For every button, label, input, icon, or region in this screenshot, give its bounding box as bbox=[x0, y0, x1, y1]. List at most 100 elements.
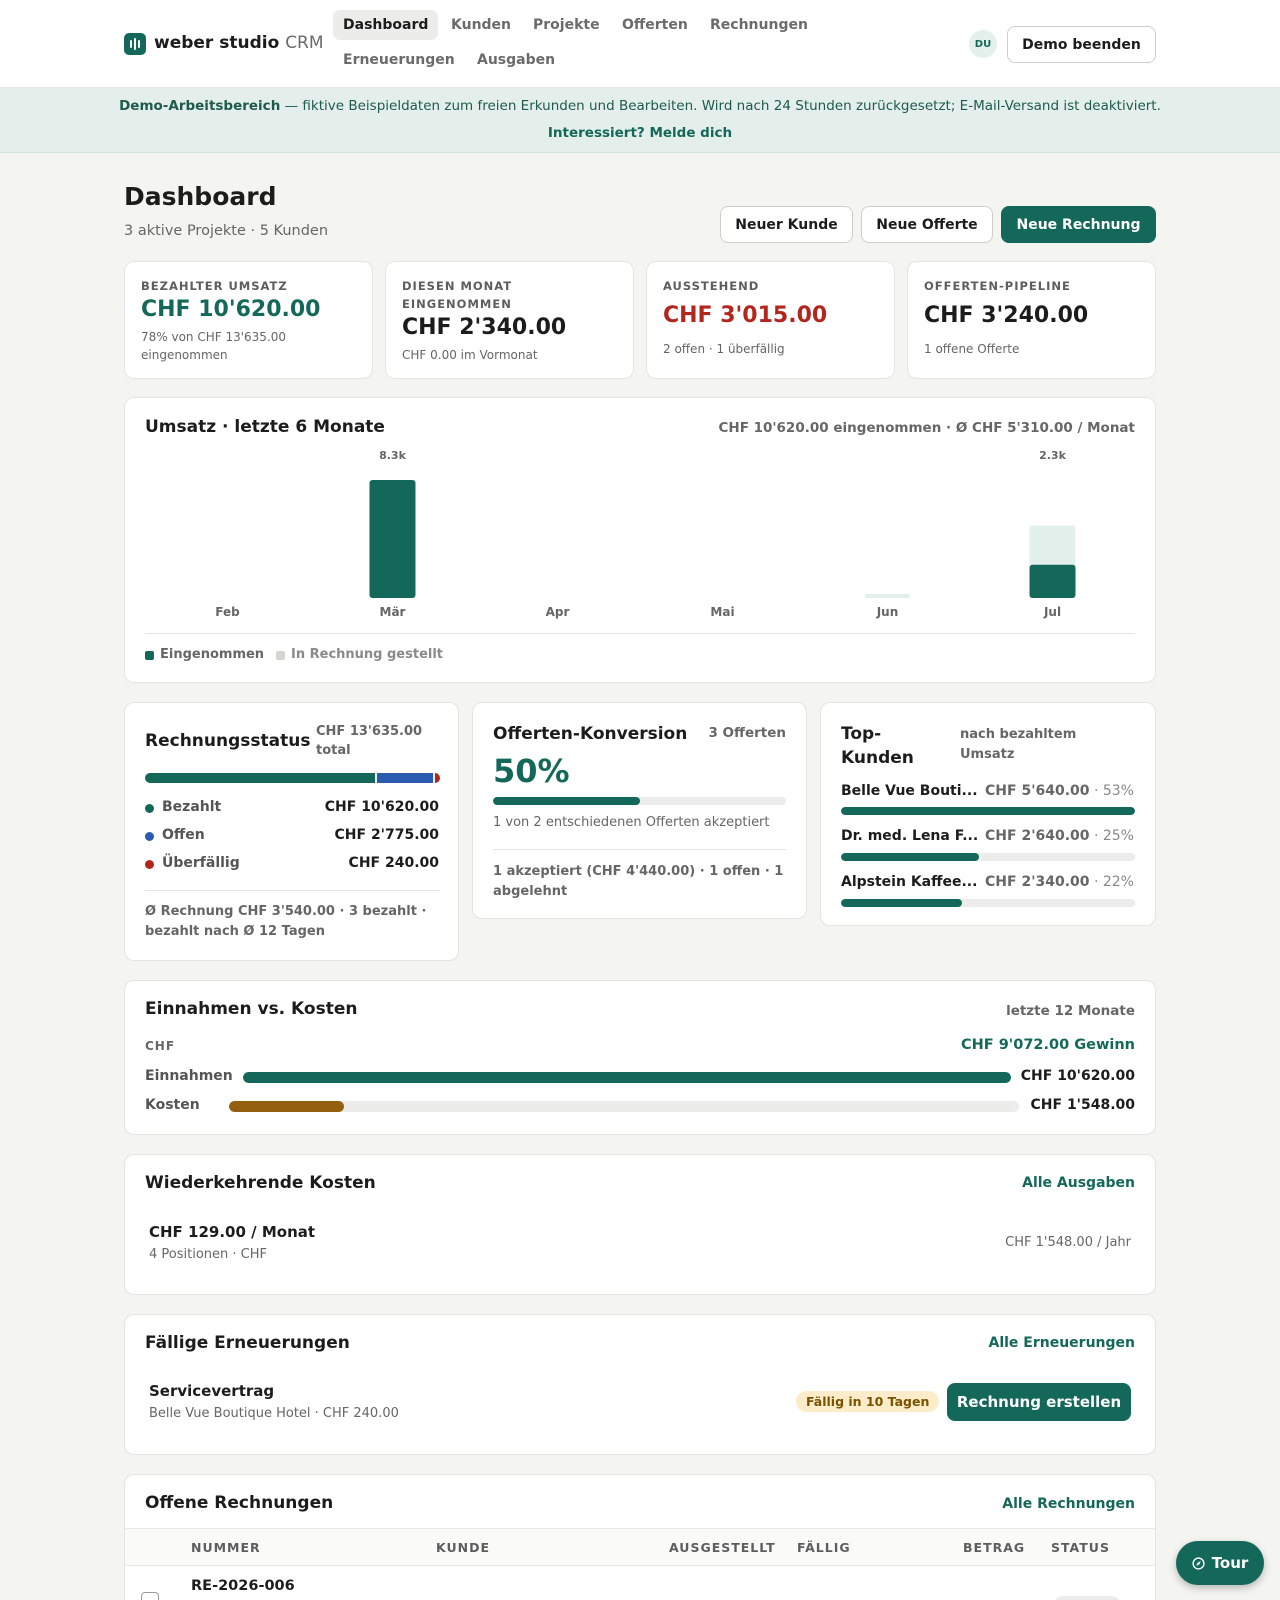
kpi-label: OFFERTEN-PIPELINE bbox=[924, 279, 1071, 293]
divider bbox=[493, 849, 786, 850]
conversion-footer: 1 akzeptiert (CHF 4'440.00) · 1 offen · … bbox=[493, 864, 784, 899]
x-axis-label-Feb: Feb bbox=[215, 605, 240, 619]
tour-button[interactable]: Tour bbox=[1176, 1541, 1264, 1585]
page-title: Dashboard bbox=[124, 182, 277, 211]
banner-contact-link[interactable]: Interessiert? Melde dich bbox=[0, 125, 1280, 141]
tour-label: Tour bbox=[1211, 1554, 1249, 1572]
renewal-item-title[interactable]: Servicevertrag bbox=[149, 1382, 274, 1400]
top-customer-name[interactable]: Belle Vue Bouti... bbox=[841, 783, 978, 799]
kpi-value: CHF 3'240.00 bbox=[924, 303, 1089, 328]
status-paid-label: Bezahlt bbox=[162, 799, 222, 815]
app-title[interactable]: weber studio CRM bbox=[154, 33, 324, 53]
status-open-value: CHF 2'775.00 bbox=[334, 827, 439, 843]
invoice-status-bar bbox=[145, 773, 440, 783]
compass-icon bbox=[1192, 1556, 1205, 1570]
bar-received-Mär[interactable] bbox=[369, 480, 416, 598]
bar-received-Jul[interactable] bbox=[1029, 564, 1076, 598]
row-select-checkbox[interactable] bbox=[141, 1592, 159, 1600]
invoice-status-total: CHF 13'635.00 total bbox=[316, 724, 423, 758]
top-customer-bar-fill bbox=[841, 807, 1135, 815]
top-customers-title: Top-Kunden bbox=[841, 724, 914, 768]
new-invoice-button[interactable]: Neue Rechnung bbox=[1001, 206, 1156, 243]
recurring-sub: 4 Positionen · CHF bbox=[149, 1247, 267, 1262]
data-label-Jul: 2.3k bbox=[1039, 450, 1066, 462]
x-axis-label-Mär: Mär bbox=[380, 605, 406, 619]
kpi-card-month-income: DIESEN MONAT EINGENOMMEN CHF 2'340.00 CH… bbox=[385, 261, 634, 379]
recurring-amount: CHF 129.00 / Monat bbox=[149, 1223, 316, 1241]
all-expenses-link[interactable]: Alle Ausgaben bbox=[1022, 1175, 1135, 1191]
conversion-progress-fill bbox=[493, 797, 640, 805]
top-customer-pct: · 53% bbox=[1093, 783, 1134, 799]
status-open-label: Offen bbox=[162, 827, 205, 843]
status-overdue-value: CHF 240.00 bbox=[348, 855, 439, 871]
kpi-sub: 1 offene Offerte bbox=[924, 342, 1020, 356]
create-invoice-button[interactable]: Rechnung erstellen bbox=[947, 1383, 1131, 1421]
column-header-issued[interactable]: AUSGESTELLT bbox=[669, 1540, 776, 1555]
renewal-item-sub: Belle Vue Boutique Hotel · CHF 240.00 bbox=[149, 1406, 399, 1421]
new-offer-button[interactable]: Neue Offerte bbox=[861, 206, 993, 243]
income-costs-period: letzte 12 Monate bbox=[1006, 1003, 1135, 1019]
top-customer-name[interactable]: Dr. med. Lena F... bbox=[841, 828, 978, 844]
renewal-due-badge: Fällig in 10 Tagen bbox=[796, 1391, 940, 1412]
kpi-sub: 78% von CHF 13'635.00 eingenommen bbox=[141, 330, 287, 362]
top-customer-name[interactable]: Alpstein Kaffee... bbox=[841, 874, 977, 890]
top-customer-value: CHF 2'340.00 bbox=[985, 874, 1090, 890]
income-costs-title: Einnahmen vs. Kosten bbox=[145, 999, 358, 1019]
renewals-title: Fällige Erneuerungen bbox=[145, 1333, 350, 1353]
nav-kunden[interactable]: Kunden bbox=[441, 10, 521, 40]
data-label-Mär: 8.3k bbox=[379, 450, 406, 462]
demo-banner: Demo-Arbeitsbereich — fiktive Beispielda… bbox=[0, 88, 1280, 153]
top-customer-bar bbox=[841, 807, 1135, 815]
revenue-chart-summary: CHF 10'620.00 eingenommen · Ø CHF 5'310.… bbox=[718, 420, 1135, 436]
status-paid-value: CHF 10'620.00 bbox=[324, 799, 439, 815]
kpi-card-offer-pipeline: OFFERTEN-PIPELINE CHF 3'240.00 1 offene … bbox=[907, 261, 1156, 379]
kpi-card-paid-revenue: BEZAHLTER UMSATZ CHF 10'620.00 78% von C… bbox=[124, 261, 373, 379]
cost-value: CHF 1'548.00 bbox=[1030, 1097, 1135, 1113]
cost-label: Kosten bbox=[145, 1097, 200, 1113]
column-header-number[interactable]: NUMMER bbox=[191, 1540, 261, 1555]
top-customer-bar-fill bbox=[841, 853, 980, 861]
end-demo-button[interactable]: Demo beenden bbox=[1007, 26, 1156, 63]
kpi-label: BEZAHLTER UMSATZ bbox=[141, 279, 288, 293]
bar-invoiced-Jun[interactable] bbox=[864, 594, 911, 598]
kpi-card-outstanding: AUSSTEHEND CHF 3'015.00 2 offen · 1 über… bbox=[646, 261, 895, 379]
invoice-status-title: Rechnungsstatus bbox=[145, 731, 311, 751]
cost-bar bbox=[229, 1101, 1019, 1112]
top-customer-amount: CHF 2'640.00 · 25% bbox=[985, 828, 1134, 844]
invoice-number[interactable]: RE-2026-006 bbox=[191, 1578, 295, 1594]
new-customer-button[interactable]: Neuer Kunde bbox=[720, 206, 853, 243]
logo-icon[interactable] bbox=[124, 33, 146, 55]
top-customer-bar bbox=[841, 853, 1135, 861]
status-badge bbox=[1053, 1596, 1121, 1600]
all-renewals-link[interactable]: Alle Erneuerungen bbox=[988, 1335, 1135, 1351]
income-bar-fill bbox=[243, 1072, 1011, 1083]
kpi-value: CHF 3'015.00 bbox=[663, 303, 828, 328]
top-customer-value: CHF 2'640.00 bbox=[985, 828, 1090, 844]
nav-offerten[interactable]: Offerten bbox=[612, 10, 698, 40]
kpi-sub: CHF 0.00 im Vormonat bbox=[402, 348, 538, 362]
nav-rechnungen[interactable]: Rechnungen bbox=[700, 10, 818, 40]
column-header-due[interactable]: FÄLLIG bbox=[797, 1540, 851, 1555]
user-avatar[interactable]: DU bbox=[969, 30, 997, 58]
column-header-customer[interactable]: KUNDE bbox=[436, 1540, 490, 1555]
legend-invoiced-label: In Rechnung gestellt bbox=[291, 647, 444, 662]
top-customer-amount: CHF 2'340.00 · 22% bbox=[985, 874, 1134, 890]
all-invoices-link[interactable]: Alle Rechnungen bbox=[1002, 1496, 1135, 1512]
revenue-bar-chart: Feb 8.3k Mär Apr Mai Jun 2.3k Jul bbox=[215, 450, 1076, 619]
column-header-amount[interactable]: BETRAG bbox=[963, 1540, 1025, 1555]
nav-ausgaben[interactable]: Ausgaben bbox=[467, 45, 565, 75]
nav-dashboard[interactable]: Dashboard bbox=[333, 10, 439, 40]
nav-projekte[interactable]: Projekte bbox=[523, 10, 610, 40]
top-customer-bar-fill bbox=[841, 899, 962, 907]
x-axis-label-Jun: Jun bbox=[876, 605, 899, 619]
kpi-label: AUSSTEHEND bbox=[663, 279, 760, 293]
top-customer-value: CHF 5'640.00 bbox=[985, 783, 1090, 799]
app-suffix: CRM bbox=[285, 33, 324, 53]
divider bbox=[145, 890, 440, 891]
nav-erneuerungen[interactable]: Erneuerungen bbox=[333, 45, 465, 75]
invoice-status-footer: Ø Rechnung CHF 3'540.00 · 3 bezahlt · be… bbox=[145, 904, 427, 939]
kpi-value: CHF 2'340.00 bbox=[402, 315, 567, 340]
column-header-status[interactable]: STATUS bbox=[1051, 1540, 1110, 1555]
top-customer-amount: CHF 5'640.00 · 53% bbox=[985, 783, 1134, 799]
chart-divider bbox=[145, 633, 1135, 634]
